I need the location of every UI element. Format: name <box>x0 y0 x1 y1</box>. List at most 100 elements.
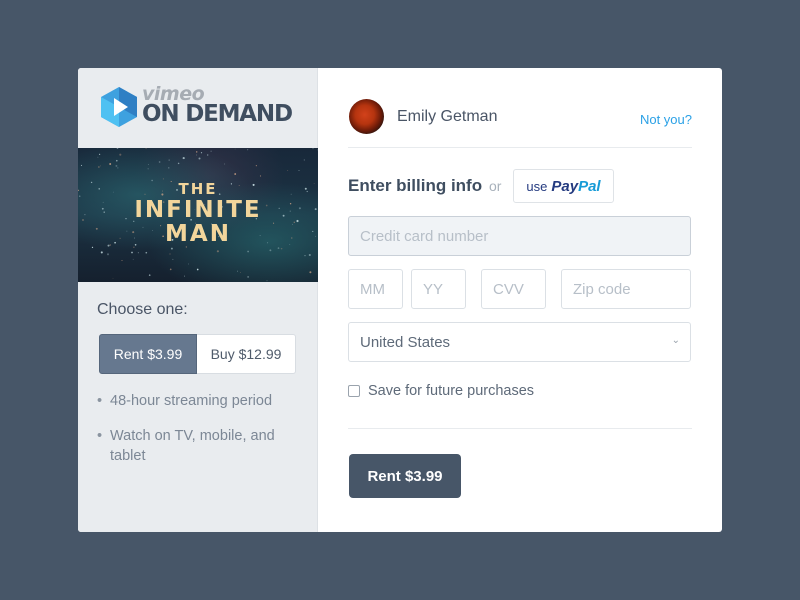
star-dot <box>100 165 101 167</box>
star-dot <box>116 148 119 149</box>
film-title-line-3: MAN <box>165 220 231 247</box>
zip-code-input[interactable] <box>561 269 691 309</box>
star-dot <box>117 167 119 169</box>
star-dot <box>309 271 312 274</box>
star-dot <box>148 274 151 276</box>
star-dot <box>234 148 236 150</box>
star-dot <box>116 159 118 162</box>
star-dot <box>91 246 94 249</box>
star-dot <box>177 162 180 165</box>
logo-on-demand-text: ON DEMAND <box>142 101 293 127</box>
star-dot <box>188 263 189 265</box>
star-dot <box>100 251 103 254</box>
buy-option-button[interactable]: Buy $12.99 <box>197 334 296 374</box>
feature-text: Watch on TV, mobile, and tablet <box>110 428 275 464</box>
country-select-value: United States <box>360 333 451 351</box>
or-text: or <box>489 178 502 194</box>
country-select[interactable]: United States ⌄ <box>348 322 691 362</box>
choose-one-label: Choose one: <box>97 301 188 318</box>
star-dot <box>145 251 148 254</box>
divider <box>348 147 692 148</box>
star-dot <box>168 167 170 169</box>
star-dot <box>98 166 100 168</box>
credit-card-number-input[interactable] <box>348 216 691 256</box>
film-title-line-2: INFINITE <box>134 196 262 223</box>
not-you-link[interactable]: Not you? <box>640 112 692 127</box>
save-for-future-row: Save for future purchases <box>348 383 534 399</box>
star-dot <box>196 268 199 271</box>
star-dot <box>131 251 133 254</box>
star-dot <box>200 152 203 154</box>
star-dot <box>145 148 147 149</box>
star-dot <box>147 164 149 165</box>
feature-item: • Watch on TV, mobile, and tablet <box>97 426 302 466</box>
star-dot <box>247 149 249 151</box>
rent-option-button[interactable]: Rent $3.99 <box>99 334 197 374</box>
star-dot <box>132 258 134 260</box>
film-poster: THE INFINITE MAN <box>78 148 318 282</box>
star-dot <box>237 270 238 272</box>
feature-text: 48-hour streaming period <box>110 393 273 409</box>
star-dot <box>298 170 300 171</box>
star-dot <box>106 253 110 256</box>
bullet-icon: • <box>97 428 103 444</box>
star-dot <box>151 179 153 182</box>
star-dot <box>158 161 161 163</box>
film-title-line-1: THE <box>178 180 218 198</box>
star-dot <box>182 157 185 160</box>
star-dot <box>115 164 118 167</box>
star-dot <box>312 148 314 150</box>
star-dot <box>308 253 311 257</box>
star-dot <box>195 151 198 153</box>
star-dot <box>170 247 173 250</box>
expiry-month-input[interactable] <box>348 269 403 309</box>
star-dot <box>240 272 241 273</box>
billing-title: Enter billing info <box>348 176 483 195</box>
star-dot <box>255 165 257 167</box>
cvv-input[interactable] <box>481 269 546 309</box>
paypal-button[interactable]: use Pay Pal <box>513 169 614 203</box>
star-dot <box>304 254 306 257</box>
star-dot <box>133 246 135 248</box>
star-dot <box>98 153 101 156</box>
bullet-icon: • <box>97 393 103 409</box>
star-dot <box>169 253 171 255</box>
star-dot <box>196 154 198 156</box>
expiry-year-input[interactable] <box>411 269 466 309</box>
chevron-down-icon: ⌄ <box>671 335 680 346</box>
user-name: Emily Getman <box>397 108 498 125</box>
star-dot <box>234 173 237 175</box>
film-title: THE INFINITE MAN <box>78 180 318 247</box>
star-dot <box>269 249 272 252</box>
star-dot <box>198 157 201 160</box>
paypal-logo-pal: Pal <box>578 177 601 195</box>
star-dot <box>184 275 186 277</box>
product-panel: vimeo ON DEMAND THE INFINITE MAN Choose … <box>78 68 318 532</box>
star-dot <box>303 159 305 161</box>
divider <box>348 428 692 429</box>
star-dot <box>137 252 139 254</box>
user-avatar <box>349 99 384 134</box>
star-dot <box>247 276 249 278</box>
star-dot <box>216 250 219 253</box>
paypal-use-text: use <box>526 178 548 194</box>
star-dot <box>80 164 83 166</box>
purchase-option-toggle: Rent $3.99 Buy $12.99 <box>99 334 296 374</box>
save-for-future-label[interactable]: Save for future purchases <box>368 383 534 399</box>
star-dot <box>112 277 114 279</box>
feature-item: • 48-hour streaming period <box>97 391 302 411</box>
star-dot <box>266 280 268 282</box>
star-dot <box>162 178 164 180</box>
star-dot <box>168 159 170 161</box>
checkout-card: vimeo ON DEMAND THE INFINITE MAN Choose … <box>78 68 722 532</box>
rent-submit-button[interactable]: Rent $3.99 <box>349 454 461 498</box>
star-dot <box>224 163 226 165</box>
star-dot <box>119 153 122 156</box>
star-dot <box>280 247 283 250</box>
save-for-future-checkbox[interactable] <box>348 385 360 397</box>
feature-list: • 48-hour streaming period • Watch on TV… <box>97 391 302 481</box>
paypal-logo-pay: Pay <box>551 177 579 195</box>
star-dot <box>109 163 112 165</box>
billing-panel: Emily Getman Not you? Enter billing info… <box>318 68 722 532</box>
star-dot <box>121 259 123 262</box>
